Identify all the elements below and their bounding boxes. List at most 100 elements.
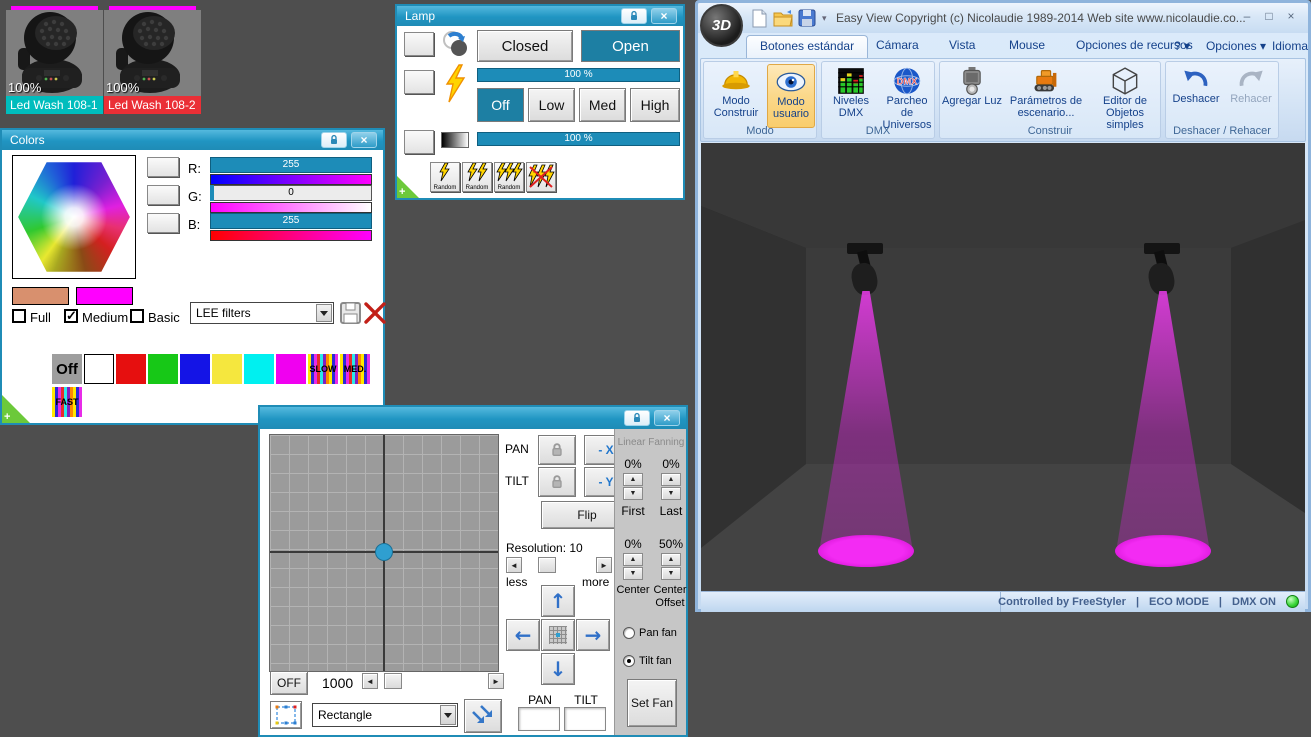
editor-objetos-button[interactable]: Editor de Objetos simples <box>1090 64 1160 131</box>
pan-fan-radio[interactable] <box>623 627 635 639</box>
strobe-high-button[interactable]: High <box>630 88 680 122</box>
green-gradient-slider[interactable] <box>210 202 372 213</box>
fixture-thumbnail[interactable]: 100% Led Wash 108-1 <box>6 6 103 114</box>
random-strobe-medium-button[interactable]: Random <box>462 162 492 192</box>
minimize-button[interactable]: – <box>1238 9 1256 23</box>
speed-slider-thumb[interactable] <box>384 673 402 689</box>
strobe-low-button[interactable]: Low <box>528 88 575 122</box>
medium-checkbox[interactable] <box>64 308 78 324</box>
shutter-closed-button[interactable]: Closed <box>477 30 573 62</box>
fixture-name[interactable]: Led Wash 108-1 <box>6 96 103 114</box>
basic-checkbox[interactable] <box>130 309 144 323</box>
color-swatch-red[interactable] <box>116 354 146 384</box>
blue-gradient-slider[interactable] <box>210 230 372 241</box>
position-handle[interactable] <box>375 543 393 561</box>
resize-grip[interactable]: + <box>2 395 30 423</box>
shape-select-icon[interactable] <box>270 701 302 729</box>
pantilt-titlebar[interactable]: × <box>260 407 686 429</box>
color-cycle-fast[interactable]: FAST <box>52 387 82 417</box>
blue-preset-button[interactable] <box>147 213 179 233</box>
parcheo-universos-button[interactable]: DMX Parcheo de Universos <box>880 64 934 131</box>
full-checkbox[interactable] <box>12 309 26 323</box>
chevron-down-icon[interactable] <box>316 304 332 322</box>
color-swatch-magenta[interactable] <box>276 354 306 384</box>
offset-up-button[interactable] <box>661 553 681 566</box>
delete-icon[interactable] <box>362 300 388 329</box>
open-folder-icon[interactable] <box>773 10 794 30</box>
nudge-up-button[interactable]: ↑ <box>541 585 575 617</box>
red-value-bar[interactable]: 255 <box>210 157 372 173</box>
lock-icon[interactable] <box>624 410 650 426</box>
maximize-button[interactable]: □ <box>1260 9 1278 23</box>
lock-icon[interactable] <box>321 132 347 148</box>
green-value-bar[interactable]: 0 <box>210 185 372 201</box>
app-logo-3d[interactable]: 3D <box>700 4 743 47</box>
close-icon[interactable]: × <box>654 410 680 426</box>
red-preset-button[interactable] <box>147 157 179 177</box>
color-swatch-off[interactable]: Off <box>52 354 82 384</box>
modo-usuario-button[interactable]: Modo usuario <box>767 64 815 128</box>
strobe-off-button[interactable]: Off <box>477 88 524 122</box>
menu-opciones[interactable]: Opciones ▾ <box>1206 39 1266 53</box>
tab-mouse[interactable]: Mouse <box>996 35 1058 58</box>
menu-help[interactable]: ? ▾ <box>1174 39 1190 53</box>
3d-viewport[interactable] <box>701 143 1305 591</box>
set-fan-button[interactable]: Set Fan <box>627 679 677 727</box>
last-up-button[interactable] <box>661 473 681 486</box>
deshacer-button[interactable]: Deshacer <box>1168 64 1224 128</box>
color-cycle-slow[interactable]: SLOW <box>308 354 338 384</box>
random-strobe-slow-button[interactable]: Random <box>430 162 460 192</box>
nudge-right-button[interactable]: → <box>576 619 610 651</box>
shape-select[interactable]: Rectangle <box>312 703 458 727</box>
chevron-down-icon[interactable] <box>440 705 456 725</box>
blue-value-bar[interactable]: 255 <box>210 213 372 229</box>
random-strobe-off-button[interactable] <box>526 162 556 192</box>
preview-swatch-primary[interactable] <box>12 287 69 305</box>
modo-construir-button[interactable]: Modo Construir <box>707 64 765 128</box>
random-strobe-fast-button[interactable]: Random <box>494 162 524 192</box>
parametros-escenario-button[interactable]: Parámetros de escenario... <box>1004 64 1088 128</box>
lamp-titlebar[interactable]: Lamp × <box>397 6 683 26</box>
nudge-down-button[interactable]: ↓ <box>541 653 575 685</box>
first-up-button[interactable] <box>623 473 643 486</box>
color-hexagon-picker[interactable] <box>18 162 130 272</box>
preview-swatch-secondary[interactable] <box>76 287 133 305</box>
strobe-preset-button[interactable] <box>404 70 434 94</box>
dimmer-level-bar[interactable]: 100 % <box>477 132 680 146</box>
tab-camara[interactable]: Cámara <box>863 35 932 58</box>
center-up-button[interactable] <box>623 553 643 566</box>
speed-increase-button[interactable]: ► <box>488 673 504 689</box>
speed-decrease-button[interactable]: ◄ <box>362 673 378 689</box>
center-down-button[interactable] <box>623 567 643 580</box>
red-gradient-slider[interactable] <box>210 174 372 185</box>
new-document-icon[interactable] <box>750 9 768 31</box>
resize-grip[interactable]: + <box>397 176 419 198</box>
resolution-decrease-button[interactable]: ◄ <box>506 557 522 573</box>
pan-value-field[interactable] <box>518 707 560 731</box>
green-preset-button[interactable] <box>147 185 179 205</box>
quick-access-chevron-icon[interactable]: ▾ <box>822 13 827 24</box>
easyview-titlebar[interactable]: 3D ▾ Easy View Copyright (c) Nicolaudie … <box>698 3 1308 47</box>
color-swatch-white[interactable] <box>84 354 114 384</box>
lock-icon[interactable] <box>621 8 647 24</box>
nudge-left-button[interactable]: ← <box>506 619 540 651</box>
color-swatch-green[interactable] <box>148 354 178 384</box>
close-button[interactable]: × <box>1282 9 1300 23</box>
diagonal-move-button[interactable] <box>464 699 502 733</box>
last-down-button[interactable] <box>661 487 681 500</box>
pantilt-xy-grid[interactable] <box>269 434 499 672</box>
shutter-preset-button[interactable] <box>404 32 434 56</box>
fixture-thumbnail[interactable]: 100% Led Wash 108-2 <box>104 6 201 114</box>
colors-titlebar[interactable]: Colors × <box>2 130 383 150</box>
save-icon[interactable] <box>798 9 816 30</box>
first-down-button[interactable] <box>623 487 643 500</box>
color-swatch-blue[interactable] <box>180 354 210 384</box>
resolution-slider-thumb[interactable] <box>538 557 556 573</box>
menu-idioma[interactable]: Idioma <box>1272 39 1308 53</box>
color-cycle-medium[interactable]: MED. <box>340 354 370 384</box>
color-swatch-cyan[interactable] <box>244 354 274 384</box>
cycle-off-button[interactable]: OFF <box>270 671 308 695</box>
dimmer-preset-button[interactable] <box>404 130 434 154</box>
close-icon[interactable]: × <box>651 8 677 24</box>
tab-botones-estandar[interactable]: Botones estándar <box>746 35 869 58</box>
